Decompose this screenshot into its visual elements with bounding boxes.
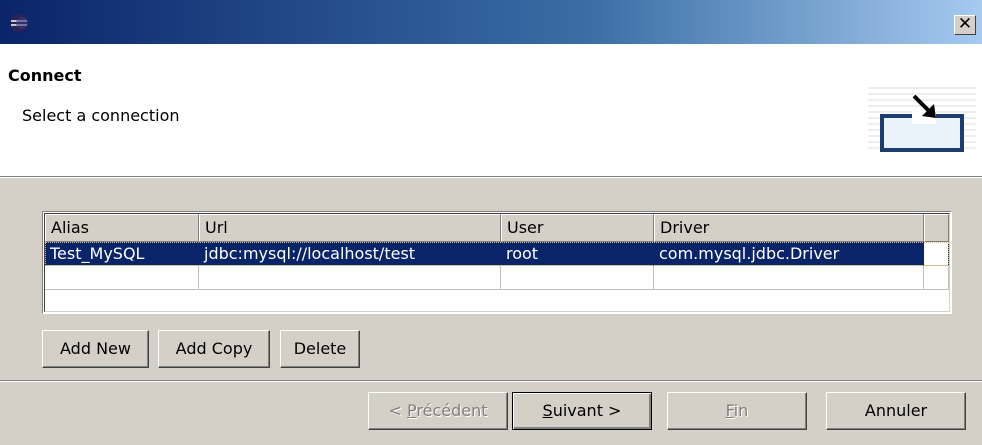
- footer-separator: [0, 380, 982, 382]
- column-header-filler: [924, 214, 949, 242]
- close-icon: ✕: [957, 14, 973, 34]
- connect-wizard-dialog: ✕ Connect Select a connection Alias Url …: [0, 0, 982, 445]
- cell-user: [501, 266, 654, 290]
- table-row[interactable]: [45, 266, 949, 290]
- cancel-button[interactable]: Annuler: [826, 392, 966, 430]
- finish-mnemonic: F: [725, 401, 734, 420]
- table-header: Alias Url User Driver: [45, 214, 949, 242]
- add-copy-button[interactable]: Add Copy: [158, 330, 270, 368]
- close-button[interactable]: ✕: [954, 15, 976, 35]
- page-title: Connect: [8, 66, 82, 85]
- cell-url: [199, 266, 501, 290]
- cell-alias: Test_MySQL: [45, 242, 199, 266]
- back-mnemonic: P: [407, 401, 417, 420]
- next-label-rest: uivant >: [552, 401, 622, 420]
- header-separator: [0, 176, 982, 178]
- back-button[interactable]: < Précédent: [368, 392, 508, 430]
- cell-filler: [924, 266, 949, 290]
- back-prefix: <: [388, 401, 407, 420]
- column-header-url[interactable]: Url: [199, 214, 501, 242]
- table-row[interactable]: Test_MySQL jdbc:mysql://localhost/test r…: [45, 242, 949, 266]
- column-header-user[interactable]: User: [501, 214, 654, 242]
- cell-driver: com.mysql.jdbc.Driver: [654, 242, 924, 266]
- add-new-button[interactable]: Add New: [42, 330, 149, 368]
- cell-url: jdbc:mysql://localhost/test: [199, 242, 501, 266]
- column-header-driver[interactable]: Driver: [654, 214, 924, 242]
- cell-filler: [924, 242, 949, 266]
- connections-table[interactable]: Alias Url User Driver Test_MySQL jdbc:my…: [42, 211, 952, 314]
- column-header-alias[interactable]: Alias: [45, 214, 199, 242]
- connect-wizard-icon: [868, 87, 976, 152]
- title-bar[interactable]: ✕: [0, 0, 982, 44]
- cell-alias: [45, 266, 199, 290]
- next-mnemonic: S: [542, 401, 553, 420]
- back-label-rest: récédent: [416, 401, 488, 420]
- next-button[interactable]: Suivant >: [512, 392, 652, 430]
- wizard-header: Connect Select a connection: [0, 44, 982, 176]
- cell-driver: [654, 266, 924, 290]
- finish-button[interactable]: Fin: [667, 392, 807, 430]
- page-description: Select a connection: [22, 106, 180, 125]
- eclipse-icon: [10, 14, 28, 32]
- cell-user: root: [501, 242, 654, 266]
- finish-label-rest: in: [733, 401, 749, 420]
- delete-button[interactable]: Delete: [280, 330, 360, 368]
